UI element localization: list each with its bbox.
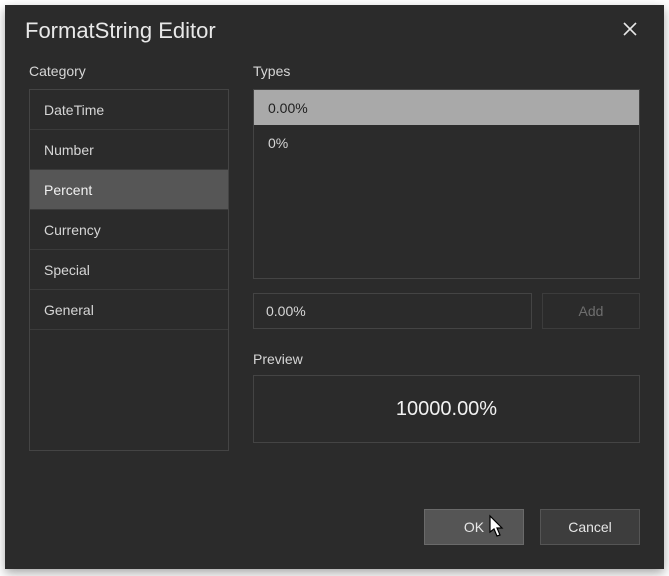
ok-button-label: OK (464, 519, 484, 535)
add-button[interactable]: Add (542, 293, 640, 329)
category-item-special[interactable]: Special (30, 250, 228, 290)
types-item-label: 0% (268, 135, 288, 151)
category-item-currency[interactable]: Currency (30, 210, 228, 250)
types-label: Types (253, 63, 640, 79)
types-item-label: 0.00% (268, 100, 308, 116)
cancel-button-label: Cancel (568, 519, 612, 535)
format-string-input[interactable] (253, 293, 532, 329)
category-item-label: DateTime (44, 102, 104, 118)
category-list: DateTime Number Percent Currency Special… (29, 89, 229, 451)
add-button-label: Add (579, 303, 604, 319)
category-item-number[interactable]: Number (30, 130, 228, 170)
category-item-label: General (44, 302, 94, 318)
titlebar: FormatString Editor (5, 5, 664, 63)
types-item[interactable]: 0.00% (254, 90, 639, 125)
category-list-empty (30, 330, 228, 450)
category-item-label: Percent (44, 182, 92, 198)
cancel-button[interactable]: Cancel (540, 509, 640, 545)
close-icon (623, 22, 637, 41)
category-item-datetime[interactable]: DateTime (30, 90, 228, 130)
preview-value: 10000.00% (396, 398, 497, 421)
types-list: 0.00% 0% (253, 89, 640, 279)
types-item[interactable]: 0% (254, 125, 639, 160)
category-item-label: Currency (44, 222, 101, 238)
formatstring-editor-dialog: FormatString Editor Category DateTime Nu… (5, 5, 664, 569)
ok-button[interactable]: OK (424, 509, 524, 545)
category-item-percent[interactable]: Percent (30, 170, 228, 210)
close-button[interactable] (616, 17, 644, 45)
category-label: Category (29, 63, 229, 79)
preview-box: 10000.00% (253, 375, 640, 443)
dialog-footer: OK Cancel (5, 483, 664, 569)
category-item-general[interactable]: General (30, 290, 228, 330)
dialog-title: FormatString Editor (25, 18, 216, 44)
category-item-label: Number (44, 142, 94, 158)
preview-label: Preview (253, 351, 640, 367)
category-item-label: Special (44, 262, 90, 278)
